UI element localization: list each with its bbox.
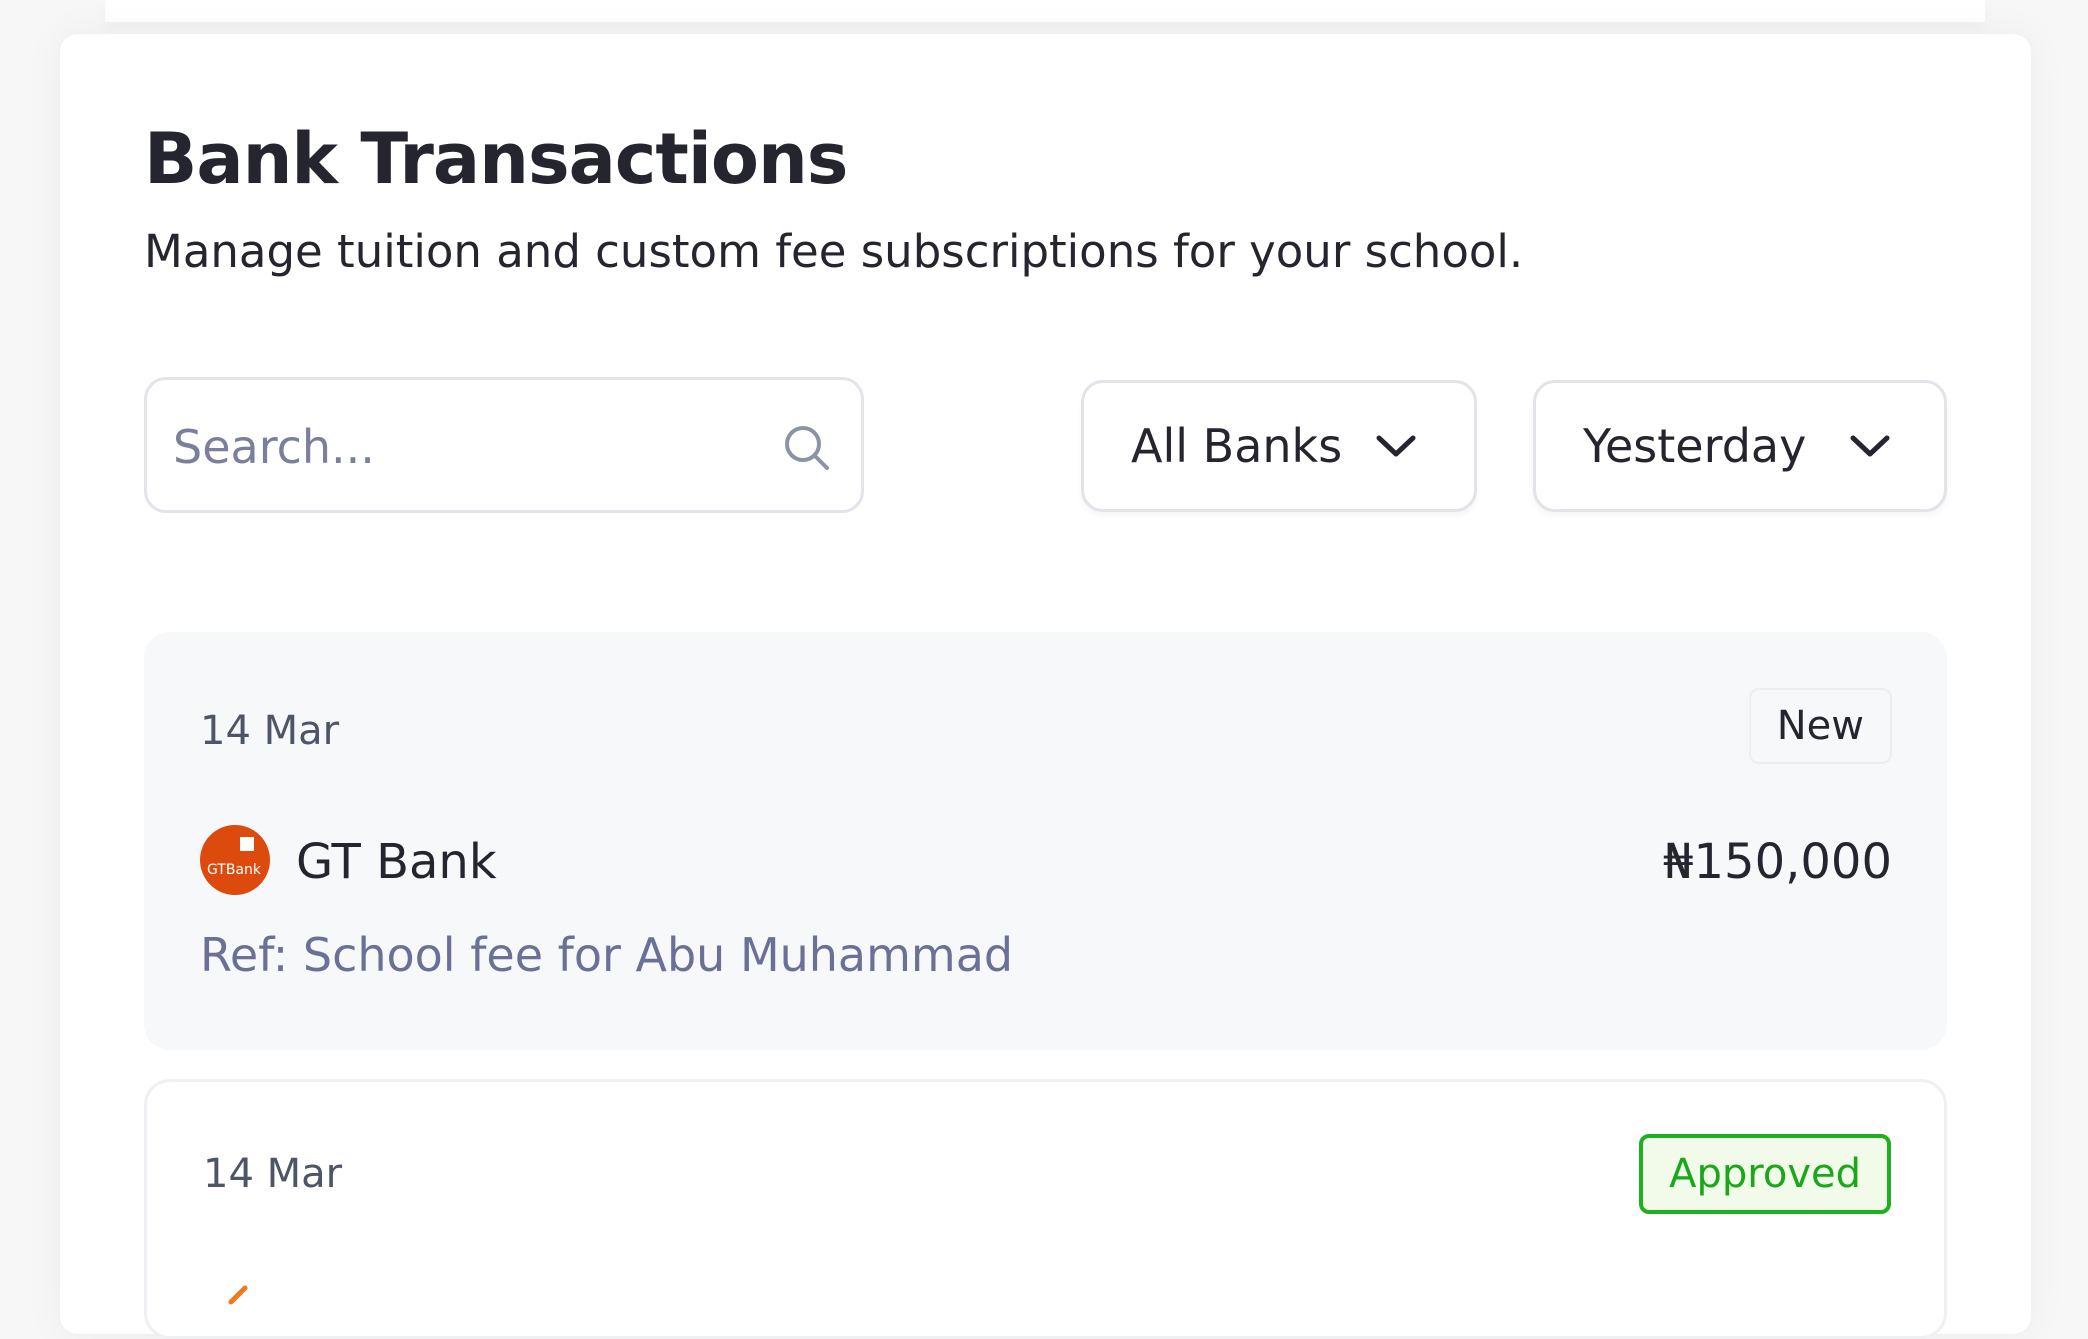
search-input[interactable] xyxy=(171,414,735,480)
transaction-amount: ₦150,000 xyxy=(1662,834,1892,890)
bank-filter-dropdown[interactable]: All Banks xyxy=(1081,380,1477,512)
bank-logo-icon xyxy=(228,1285,248,1305)
page-title: Bank Transactions xyxy=(144,118,848,200)
top-bar xyxy=(105,0,1985,22)
transaction-date: 14 Mar xyxy=(200,708,340,754)
transaction-reference: Ref: School fee for Abu Muhammad xyxy=(200,928,1014,982)
transaction-date: 14 Mar xyxy=(203,1151,343,1197)
status-badge: New xyxy=(1748,688,1892,764)
search-icon[interactable] xyxy=(781,422,833,474)
svg-text:GTBank: GTBank xyxy=(207,862,262,878)
bank-filter-label: All Banks xyxy=(1131,419,1343,473)
chevron-down-icon xyxy=(1850,435,1890,457)
status-badge: Approved xyxy=(1639,1134,1891,1214)
date-filter-label: Yesterday xyxy=(1583,419,1807,473)
bank-name: GT Bank xyxy=(296,834,497,890)
gtbank-logo: GTBank xyxy=(200,825,270,895)
transaction-card[interactable]: 14 Mar Approved xyxy=(144,1079,1947,1339)
chevron-down-icon xyxy=(1376,435,1416,457)
transaction-card[interactable]: 14 Mar New GTBank GT Bank ₦150,000 Ref: … xyxy=(144,632,1947,1050)
date-filter-dropdown[interactable]: Yesterday xyxy=(1533,380,1947,512)
search-box[interactable] xyxy=(144,377,864,513)
page-subtitle: Manage tuition and custom fee subscripti… xyxy=(144,225,1524,278)
